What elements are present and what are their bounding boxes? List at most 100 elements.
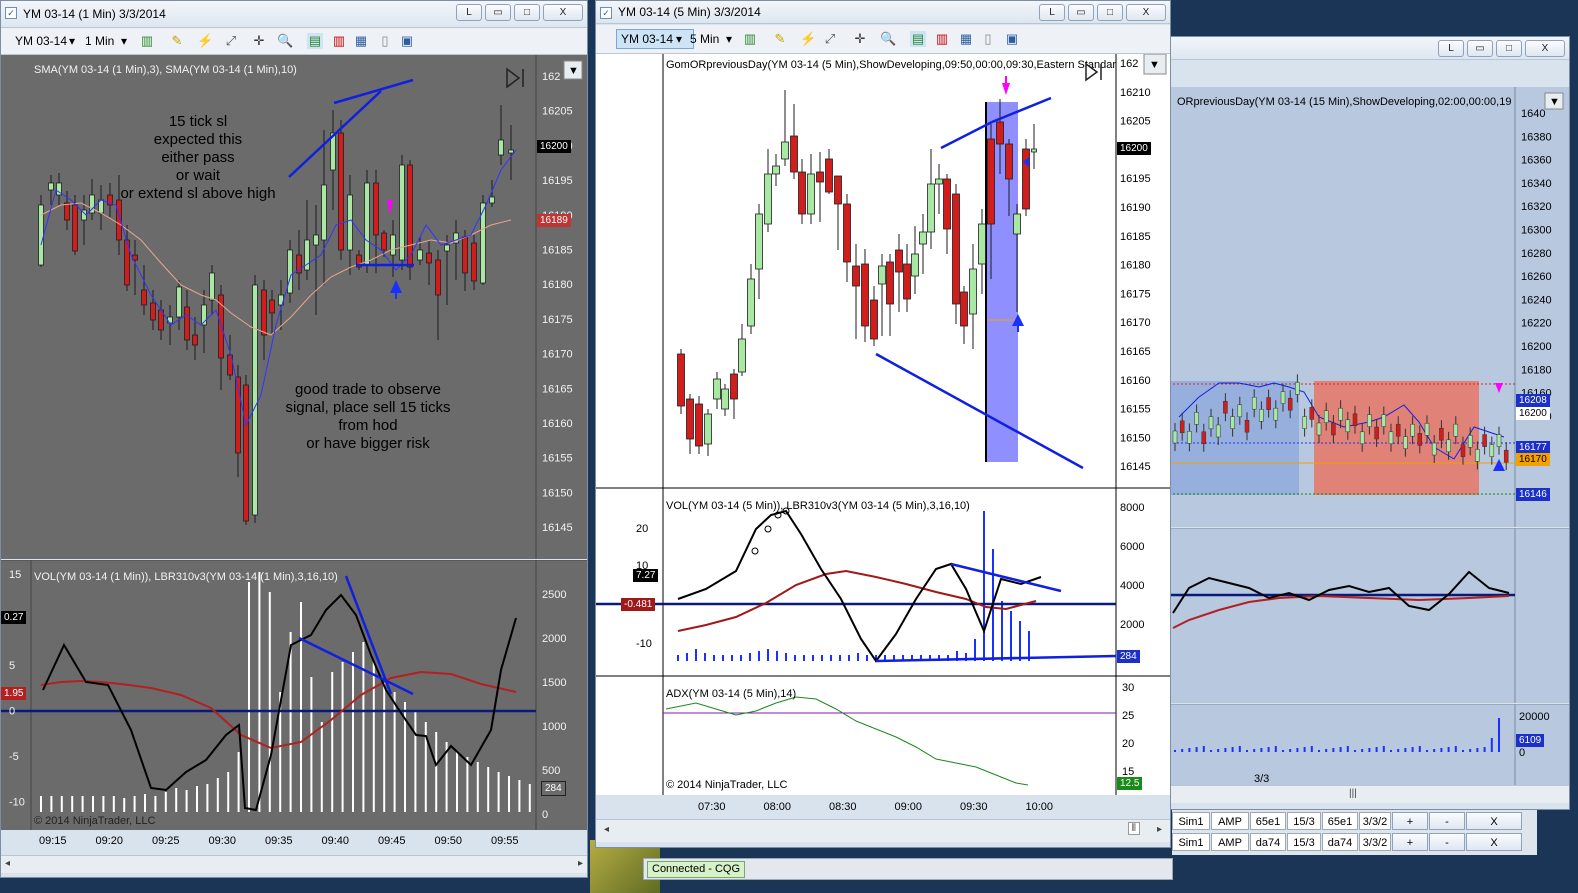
candle-body	[927, 183, 935, 233]
candle-body	[996, 121, 1004, 145]
order-cell: 3/3/2	[1359, 833, 1391, 851]
horizontal-scrollbar[interactable]: ◂ ⦀ ▸	[596, 819, 1170, 842]
instrument-selector[interactable]: YM 03-14	[15, 32, 67, 50]
order-cell: 65e1	[1322, 812, 1358, 830]
price-axis-labels: 162 16210 16205 16200 16195 16190 16185 16180 16…	[1120, 58, 1151, 473]
volume-oscillator-panel-1min[interactable]: VOL(YM 03-14 (1 Min)), LBR310v3(YM 03-14…	[1, 560, 588, 830]
candle-body	[825, 158, 833, 193]
indicators-icon[interactable]: ▥	[934, 31, 950, 47]
close-button[interactable]: X	[1126, 4, 1166, 21]
increase-button[interactable]: +	[1392, 812, 1428, 830]
candle-body	[807, 173, 815, 215]
candle-body	[1388, 431, 1394, 445]
volume-oscillator-panel-5min[interactable]: VOL(YM 03-14 (5 Min)), LBR310v3(YM 03-14…	[596, 489, 1171, 677]
candle-body	[834, 175, 842, 205]
candle-body	[764, 173, 772, 225]
close-button[interactable]: X	[543, 4, 583, 21]
candle-body	[72, 204, 78, 252]
candle-body	[798, 171, 806, 215]
link-button[interactable]: L	[456, 4, 482, 21]
candle-body	[886, 261, 894, 305]
instrument-dropdown-icon[interactable]: ▾	[676, 30, 682, 48]
data-box-icon[interactable]: ▣	[1004, 31, 1020, 47]
decrease-button[interactable]: -	[1429, 833, 1465, 851]
instrument-dropdown-icon[interactable]: ▾	[69, 32, 75, 50]
candle-body	[852, 265, 860, 287]
draw-tools-icon[interactable]: ⚡	[197, 33, 213, 49]
candle-body	[1179, 420, 1185, 434]
properties-icon[interactable]: ▯	[377, 33, 393, 49]
order-row[interactable]: Sim1 AMP 65e1 15/3 65e1 3/3/2 + - X	[1172, 812, 1523, 832]
candle-body	[176, 286, 182, 318]
candle-body	[462, 236, 468, 274]
data-box-icon[interactable]: ▣	[399, 33, 415, 49]
maximize-button[interactable]: □	[1496, 40, 1522, 57]
title-bar[interactable]: ✓ YM 03-14 (5 Min) 3/3/2014 L ▭ □ X	[596, 1, 1170, 24]
candle-body	[1367, 414, 1372, 427]
interval-dropdown-icon[interactable]: ▾	[121, 32, 127, 50]
strategies-icon[interactable]: ▦	[958, 31, 974, 47]
maximize-button[interactable]: □	[1097, 4, 1123, 21]
zoom-icon[interactable]: ⤢	[223, 33, 239, 49]
horizontal-scrollbar[interactable]: |||	[1169, 785, 1569, 803]
decrease-button[interactable]: -	[1429, 812, 1465, 830]
horizontal-scrollbar[interactable]: ◂ ▸	[1, 855, 587, 873]
chart-window-5min[interactable]: ✓ YM 03-14 (5 Min) 3/3/2014 L ▭ □ X YM 0…	[595, 0, 1171, 848]
price-axis-label: 16175	[1120, 288, 1151, 300]
data-series-icon[interactable]: ▤	[910, 31, 926, 47]
zoom-icon[interactable]: ⤢	[822, 31, 838, 47]
crosshair-icon[interactable]: ✛	[251, 33, 267, 49]
title-bar[interactable]: ✓ YM 03-14 (1 Min) 3/3/2014 L ▭ □ X	[1, 1, 587, 28]
minimize-button[interactable]: ▭	[1467, 40, 1493, 57]
time-axis-label: 09:30	[208, 835, 237, 847]
interval-selector[interactable]: 1 Min	[85, 32, 114, 50]
link-button[interactable]: L	[1039, 4, 1065, 21]
cancel-order-button[interactable]: X	[1466, 833, 1522, 851]
title-bar[interactable]: L ▭ □ X	[1169, 37, 1569, 60]
oscillator-panel-15min[interactable]	[1169, 528, 1570, 703]
app-icon: ✓	[600, 7, 612, 19]
data-series-icon[interactable]: ▤	[307, 33, 323, 49]
order-cell: 15/3	[1287, 812, 1321, 830]
vol-axis-label: 2500	[542, 589, 566, 601]
magnify-icon[interactable]: 🔍	[880, 31, 896, 47]
crosshair-icon[interactable]: ✛	[852, 31, 868, 47]
price-panel-15min[interactable]: ORpreviousDay(YM 03-14 (15 Min),ShowDeve…	[1169, 87, 1570, 527]
chart-window-1min[interactable]: ✓ YM 03-14 (1 Min) 3/3/2014 L ▭ □ X YM 0…	[0, 0, 588, 878]
candle-body	[738, 338, 746, 373]
maximize-button[interactable]: □	[514, 4, 540, 21]
chart-window-15min[interactable]: L ▭ □ X ORpreviousDay(YM 03-14 (15 Min),…	[1168, 36, 1570, 810]
draw-pencil-icon[interactable]: ✎	[169, 33, 185, 49]
candle-body	[987, 138, 995, 225]
annotation-trade-note: good trade to observe signal, place sell…	[285, 381, 451, 452]
candle-body	[1273, 407, 1279, 421]
interval-dropdown-icon[interactable]: ▾	[726, 30, 732, 48]
bar-style-icon[interactable]: ▥	[139, 33, 155, 49]
minimize-button[interactable]: ▭	[485, 4, 511, 21]
minimize-button[interactable]: ▭	[1068, 4, 1094, 21]
draw-tools-icon[interactable]: ⚡	[800, 31, 816, 47]
app-icon: ✓	[5, 7, 17, 19]
close-button[interactable]: X	[1525, 40, 1565, 57]
candle-body	[1323, 410, 1329, 423]
candle-body	[364, 182, 370, 266]
properties-icon[interactable]: ▯	[980, 31, 996, 47]
bar-style-icon[interactable]: ▥	[742, 31, 758, 47]
instrument-selector[interactable]: YM 03-14	[616, 29, 695, 49]
candle-body	[1194, 412, 1199, 425]
increase-button[interactable]: +	[1392, 833, 1428, 851]
cancel-order-button[interactable]: X	[1466, 812, 1522, 830]
price-panel-5min[interactable]: GomORpreviousDay(YM 03-14 (5 Min),ShowDe…	[596, 54, 1171, 489]
interval-selector[interactable]: 5 Min	[690, 30, 719, 48]
draw-pencil-icon[interactable]: ✎	[772, 31, 788, 47]
order-row[interactable]: Sim1 AMP da74 15/3 da74 3/3/2 + - X	[1172, 833, 1523, 853]
candle-body	[1013, 213, 1021, 235]
strategies-icon[interactable]: ▦	[353, 33, 369, 49]
candle-body	[1259, 409, 1264, 422]
indicators-icon[interactable]: ▥	[331, 33, 347, 49]
adx-panel-5min[interactable]: ADX(YM 03-14 (5 Min),14) 30252015 © 2014…	[596, 677, 1171, 795]
link-button[interactable]: L	[1438, 40, 1464, 57]
volume-tag: 6109	[1516, 734, 1545, 747]
volume-panel-15min[interactable]: 20000 0 3/3	[1169, 704, 1570, 789]
magnify-icon[interactable]: 🔍	[277, 33, 293, 49]
